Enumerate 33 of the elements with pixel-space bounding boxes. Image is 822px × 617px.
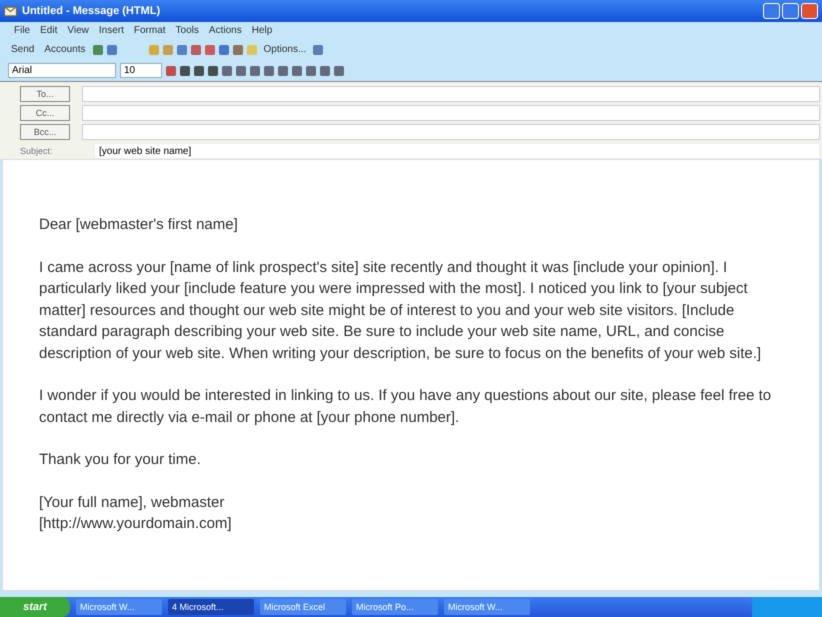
- accounts-button[interactable]: Accounts: [41, 44, 88, 55]
- menu-item[interactable]: Edit: [40, 25, 58, 36]
- paragraph: Dear [webmaster's first name]: [39, 215, 239, 235]
- menu-item[interactable]: File: [14, 25, 30, 36]
- font-dropdown[interactable]: Arial: [8, 63, 116, 78]
- close-button[interactable]: [801, 3, 818, 19]
- window-title: Untitled - Message (HTML): [22, 5, 162, 17]
- menu-item[interactable]: Insert: [98, 25, 124, 36]
- address-field[interactable]: [82, 86, 820, 102]
- menu-item[interactable]: Tools: [176, 25, 199, 36]
- address-field[interactable]: [82, 105, 820, 121]
- paragraph: I came across your [name of link prospect's site] site recently and thought it was [include your opinion]. I particularly liked your [include feature you were impressed with the most]. I noticed you link to [your subject matter] resources and thought our web site might be of interest to you and your web site visitors. [Include standard paragraph describing your web site. Be sure to include your web site name, URL, and concise description of your web site. When writing your description, be sure to focus on the benefits of your web site.]: [39, 258, 762, 364]
- menu-item[interactable]: Actions: [208, 25, 242, 36]
- address-button[interactable]: Bcc...: [20, 124, 70, 140]
- maximize-button[interactable]: [782, 3, 799, 19]
- menu-item[interactable]: Help: [252, 25, 272, 36]
- options-button[interactable]: Options...: [260, 44, 310, 55]
- menu-item[interactable]: View: [67, 25, 89, 36]
- menu-item[interactable]: Format: [134, 25, 166, 36]
- address-field[interactable]: [82, 124, 820, 140]
- address-button[interactable]: Cc...: [20, 105, 70, 121]
- paragraph: I wonder if you would be interested in linking to us. If you have any questions about our site, please feel free to contact me directly via e-mail or phone at [your phone number].: [39, 386, 772, 428]
- font-size-dropdown[interactable]: 10: [120, 63, 162, 78]
- envelope-icon: [4, 6, 17, 16]
- address-button[interactable]: To...: [20, 86, 70, 102]
- message-body[interactable]: [2, 159, 820, 591]
- paragraph: Thank you for your time.: [39, 450, 202, 470]
- taskbar-button[interactable]: 4 Microsoft...: [168, 599, 254, 615]
- send-button[interactable]: Send: [8, 44, 38, 55]
- subject-label: Subject:: [19, 146, 54, 156]
- paragraph: [Your full name], webmaster [http://www.yourdomain.com]: [39, 492, 233, 534]
- subject-field[interactable]: [your web site name]: [94, 143, 820, 159]
- minimize-button[interactable]: [763, 3, 780, 19]
